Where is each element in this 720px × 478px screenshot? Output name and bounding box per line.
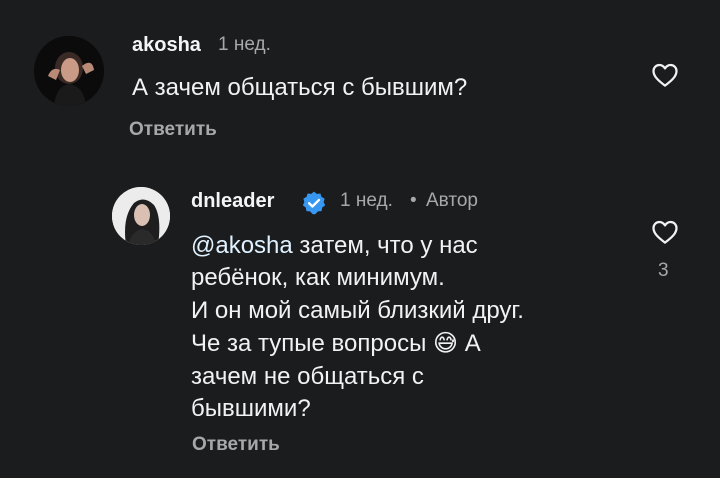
comment-line-text: А [458, 330, 481, 358]
heart-icon[interactable] [649, 60, 681, 90]
comment-text: А зачем общаться с бывшим? [132, 74, 468, 101]
like-count: 3 [658, 260, 669, 281]
comment-line-4: Че за тупые вопросы 😅 А [191, 327, 631, 360]
comment-akosha: akosha 1 нед. А зачем общаться с бывшим?… [0, 0, 720, 150]
reply-button[interactable]: Ответить [192, 434, 280, 456]
sweat-smile-emoji: 😅 [433, 329, 459, 358]
comments-thread: akosha 1 нед. А зачем общаться с бывшим?… [0, 0, 720, 478]
comment-username[interactable]: dnleader [191, 190, 274, 213]
comment-line-3: И он мой самый близкий друг. [191, 296, 524, 324]
comment-time: 1 нед. [218, 34, 271, 55]
comment-username[interactable]: akosha [132, 34, 201, 57]
comment-time: 1 нед. [340, 190, 393, 211]
author-badge: Автор [426, 190, 478, 211]
verified-badge-icon [302, 191, 326, 215]
avatar[interactable] [112, 187, 170, 245]
avatar-image [34, 36, 104, 106]
comment-text: @akosha затем, что у нас ребёнок, как ми… [191, 230, 631, 425]
comment-line-1: @akosha затем, что у нас [191, 230, 631, 262]
heart-icon[interactable] [649, 217, 681, 247]
reply-button[interactable]: Ответить [129, 119, 217, 141]
meta-separator: • [410, 190, 417, 211]
comment-line-2: ребёнок, как минимум. [191, 264, 445, 292]
avatar-image [112, 187, 170, 245]
comment-dnleader: dnleader 1 нед. • Автор @akosha затем, ч… [0, 150, 720, 478]
comment-line-text: Че за тупые вопросы [191, 330, 433, 358]
comment-line-text: затем, что у нас [292, 232, 478, 259]
comment-line-6: бывшими? [191, 395, 311, 423]
comment-line-5: зачем не общаться с [191, 362, 424, 390]
mention-link[interactable]: @akosha [191, 232, 293, 259]
avatar[interactable] [34, 36, 104, 106]
